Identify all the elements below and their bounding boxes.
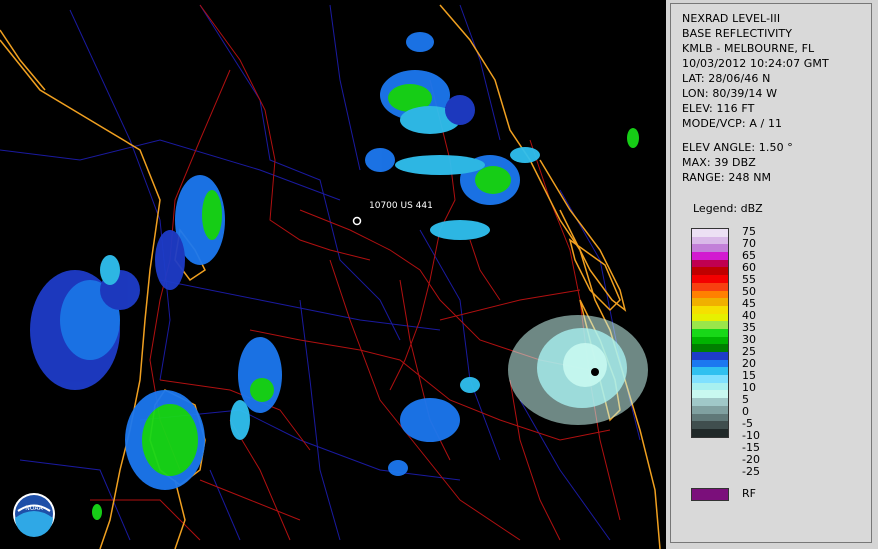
legend-swatch xyxy=(692,305,728,314)
product-name: NEXRAD LEVEL-III xyxy=(682,12,781,25)
location-marker[interactable] xyxy=(352,216,362,226)
product-type: BASE REFLECTIVITY xyxy=(682,27,793,40)
legend-swatch xyxy=(692,352,728,360)
legend-title: Legend: dBZ xyxy=(693,202,763,215)
rf-swatch xyxy=(691,488,729,501)
legend-swatch xyxy=(692,298,728,306)
reflectivity-echoes xyxy=(30,32,648,520)
latitude: LAT: 28/06/46 N xyxy=(682,72,771,85)
legend-swatch xyxy=(692,244,728,253)
timestamp: 10/03/2012 10:24:07 GMT xyxy=(682,57,829,70)
rf-label: RF xyxy=(742,487,756,500)
legend-swatch xyxy=(692,282,728,291)
legend-swatch xyxy=(692,275,728,283)
max-dbz: MAX: 39 DBZ xyxy=(682,156,756,169)
legend-color-bar xyxy=(691,228,729,438)
legend-swatch xyxy=(692,313,728,322)
info-panel: NEXRAD LEVEL-III BASE REFLECTIVITY KMLB … xyxy=(670,3,872,543)
legend-swatch xyxy=(692,328,728,337)
legend-swatch xyxy=(692,267,728,276)
legend-swatch xyxy=(692,229,728,237)
legend-swatch xyxy=(692,259,728,268)
legend-swatch xyxy=(692,290,728,299)
legend-swatch xyxy=(692,398,728,406)
legend-tick-label: -25 xyxy=(742,465,760,478)
legend-swatch xyxy=(692,321,728,329)
legend-swatch xyxy=(692,382,728,391)
legend-swatch xyxy=(692,252,728,260)
coastline xyxy=(0,4,661,549)
legend-swatch xyxy=(692,428,728,437)
radar-site-marker xyxy=(591,368,599,376)
legend-swatch xyxy=(692,344,728,352)
site-label: 10700 US 441 xyxy=(369,201,433,211)
range: RANGE: 248 NM xyxy=(682,171,772,184)
elevation: ELEV: 116 FT xyxy=(682,102,755,115)
elev-angle: ELEV ANGLE: 1.50 ° xyxy=(682,141,793,154)
station-name: KMLB - MELBOURNE, FL xyxy=(682,42,815,55)
legend-swatch xyxy=(692,336,728,345)
legend-swatch xyxy=(692,236,728,245)
legend-swatch xyxy=(692,359,728,368)
mode-vcp: MODE/VCP: A / 11 xyxy=(682,117,783,130)
legend-swatch xyxy=(692,421,728,429)
legend-swatch xyxy=(692,413,728,422)
county-boundaries xyxy=(0,4,641,541)
svg-text:NOAA: NOAA xyxy=(25,505,43,512)
legend-swatch xyxy=(692,367,728,376)
noaa-logo: NOAA xyxy=(13,493,55,537)
legend-swatch xyxy=(692,390,728,399)
longitude: LON: 80/39/14 W xyxy=(682,87,778,100)
radar-map-canvas: NOAA xyxy=(0,4,661,549)
legend-swatch xyxy=(692,405,728,414)
radar-map[interactable]: NOAA 10700 US 441 xyxy=(0,0,666,549)
legend-swatch xyxy=(692,375,728,383)
